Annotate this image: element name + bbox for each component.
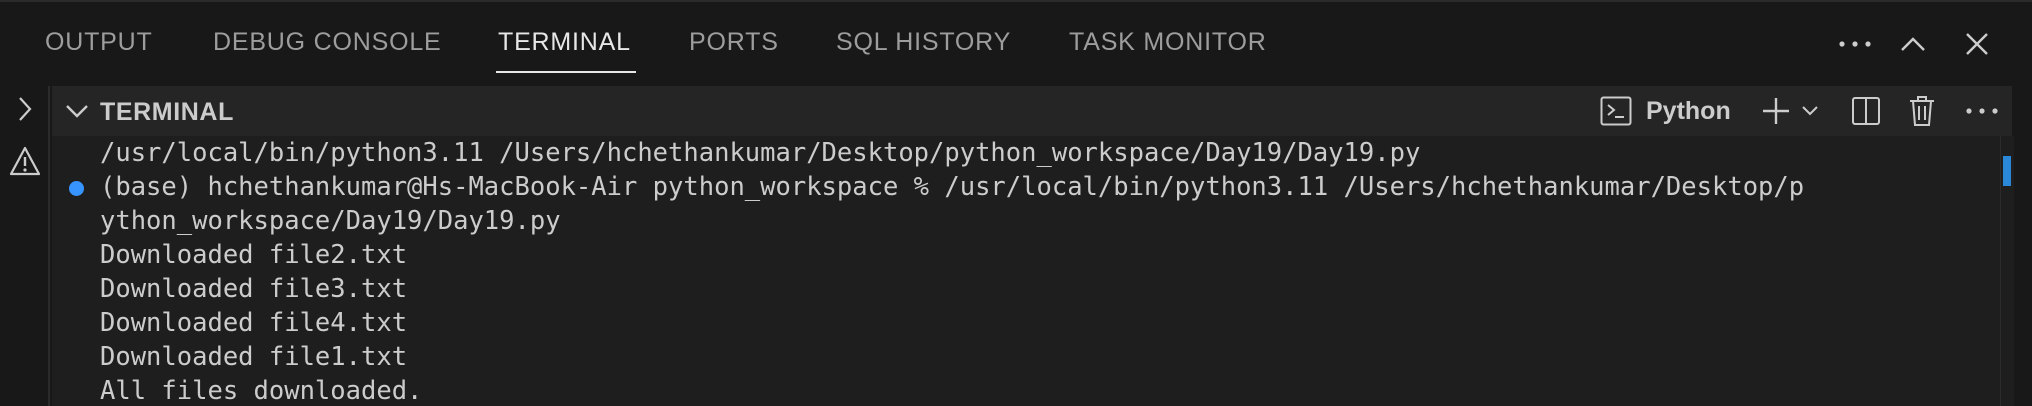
terminal-line: Downloaded file4.txt (100, 308, 408, 338)
terminal-icon (1600, 96, 1632, 126)
panel-tab-bar: OUTPUT DEBUG CONSOLE TERMINAL PORTS SQL … (0, 0, 2032, 86)
tab-terminal[interactable]: TERMINAL (498, 28, 631, 57)
tab-ports[interactable]: PORTS (689, 28, 779, 57)
terminal-line: (base) hchethankumar@Hs-MacBook-Air pyth… (100, 172, 1805, 202)
chevron-down-icon[interactable] (60, 94, 94, 128)
terminal-line: Downloaded file1.txt (100, 342, 408, 372)
terminal-line: ython_workspace/Day19/Day19.py (100, 206, 561, 236)
terminal-profile-button[interactable]: Python (1600, 90, 1731, 132)
terminal-section-title: TERMINAL (100, 98, 234, 126)
left-sidebar (0, 86, 50, 406)
close-icon[interactable] (1957, 24, 1997, 64)
more-icon[interactable] (1835, 24, 1875, 64)
tab-debug-console[interactable]: DEBUG CONSOLE (213, 28, 442, 57)
right-edge (2014, 86, 2032, 406)
vscode-panel: OUTPUT DEBUG CONSOLE TERMINAL PORTS SQL … (0, 0, 2032, 406)
plus-icon[interactable] (1758, 90, 1794, 132)
terminal-line: /usr/local/bin/python3.11 /Users/hchetha… (100, 138, 1421, 168)
tab-task-monitor[interactable]: TASK MONITOR (1069, 28, 1267, 57)
terminal-line: All files downloaded. (100, 376, 423, 406)
trash-icon[interactable] (1904, 90, 1940, 132)
chevron-right-icon[interactable] (6, 90, 44, 128)
scrollbar-thumb[interactable] (2003, 156, 2011, 186)
more-icon[interactable] (1962, 90, 2002, 132)
terminal-line: Downloaded file3.txt (100, 274, 408, 304)
terminal-line: Downloaded file2.txt (100, 240, 408, 270)
terminal-output[interactable]: /usr/local/bin/python3.11 /Users/hchetha… (52, 136, 2000, 406)
terminal-profile-name: Python (1646, 96, 1731, 125)
tab-output[interactable]: OUTPUT (45, 28, 153, 57)
warning-icon[interactable] (6, 142, 44, 180)
command-status-dot[interactable] (69, 181, 84, 196)
chevron-up-icon[interactable] (1893, 24, 1933, 64)
split-icon[interactable] (1848, 90, 1884, 132)
chevron-down-icon[interactable] (1798, 90, 1822, 132)
terminal-section-header: TERMINAL Python (52, 86, 2012, 136)
active-tab-indicator (496, 71, 636, 73)
tab-sql-history[interactable]: SQL HISTORY (836, 28, 1011, 57)
